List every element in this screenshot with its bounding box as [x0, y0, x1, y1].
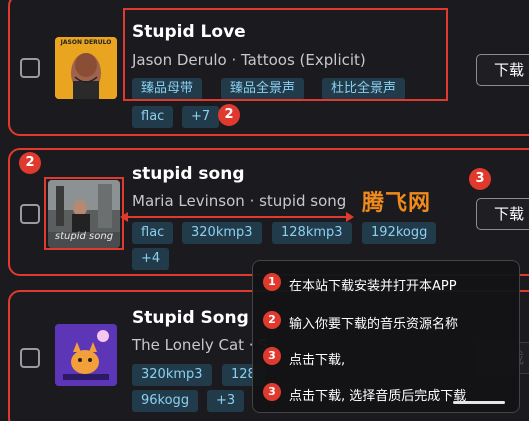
select-checkbox[interactable]	[20, 348, 40, 368]
search-results-screen: { "watermark": "腾飞网", "songs": [ { "titl…	[0, 0, 529, 421]
step-number-badge: 3	[263, 347, 281, 365]
more-tags-badge[interactable]: +4	[132, 248, 170, 270]
quality-tag: flac	[132, 106, 174, 128]
annotation-badge: 2	[19, 152, 41, 174]
select-checkbox[interactable]	[20, 204, 40, 224]
select-checkbox[interactable]	[20, 58, 40, 78]
step-text: 点击下载, 选择音质后完成下载	[289, 389, 467, 404]
step-number-badge: 3	[263, 383, 281, 401]
step-text: 输入你要下载的音乐资源名称	[289, 317, 459, 332]
quality-tag: 320kmp3	[182, 222, 262, 244]
song-subtitle: The Lonely Cat · S	[132, 336, 268, 354]
quality-tag: flac	[132, 222, 174, 244]
quality-tag: 192kogg	[362, 222, 437, 244]
guide-panel: 1 在本站下载安装并打开本APP 2 输入你要下载的音乐资源名称 3 点击下载,…	[252, 260, 520, 413]
quality-tag: 96kogg	[132, 390, 199, 412]
annotation-arrow	[120, 212, 354, 222]
more-tags-badge[interactable]: +7	[182, 106, 220, 128]
album-cover	[55, 324, 117, 386]
more-tags-badge[interactable]: +3	[207, 390, 245, 412]
annotation-highlight	[123, 8, 448, 101]
album-cover: JASON DERULO	[55, 37, 117, 99]
watermark: 腾飞网	[362, 191, 432, 216]
quality-tag: 128kmp3	[272, 222, 352, 244]
song-title: Stupid Song	[132, 308, 249, 328]
quality-tag: 320kmp3	[132, 364, 212, 386]
song-subtitle: Maria Levinson · stupid song	[132, 192, 347, 210]
step-text: 在本站下载安装并打开本APP	[289, 279, 457, 294]
download-button[interactable]: 下载	[476, 198, 529, 230]
annotation-badge: 3	[469, 168, 491, 190]
download-button[interactable]: 下载	[476, 54, 529, 86]
step-number-badge: 1	[263, 273, 281, 291]
cover-text: JASON DERULO	[60, 39, 112, 46]
annotation-badge: 2	[218, 104, 240, 126]
home-indicator	[453, 401, 505, 404]
annotation-highlight	[44, 177, 124, 250]
step-number-badge: 2	[263, 311, 281, 329]
step-text: 点击下载,	[289, 353, 346, 368]
song-title: stupid song	[132, 164, 245, 184]
